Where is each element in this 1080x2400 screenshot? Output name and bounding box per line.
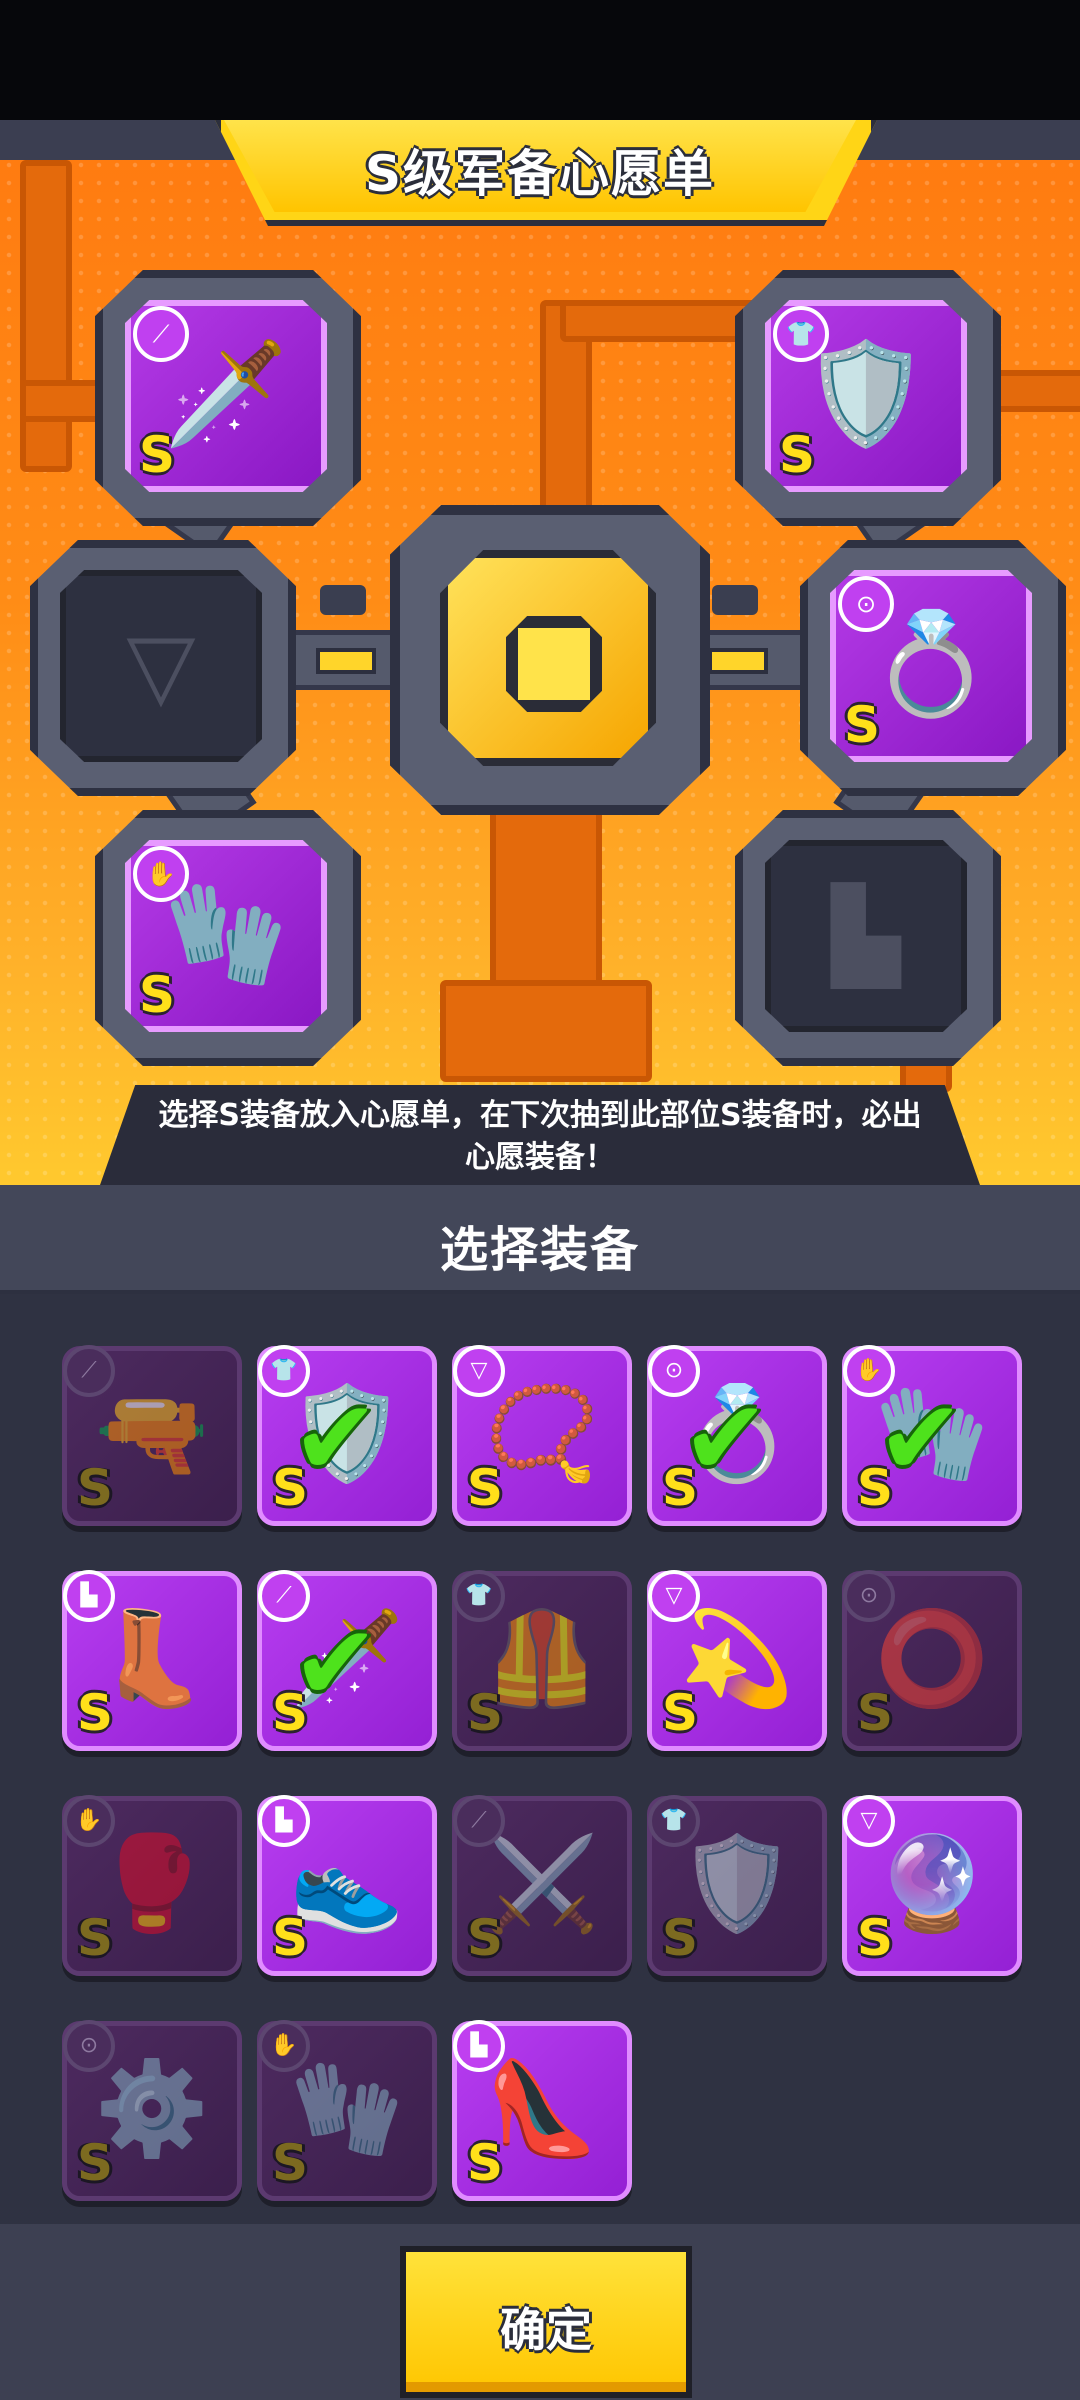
grade-label: S: [857, 1909, 894, 1967]
sword-item-icon: 🗡️: [163, 335, 289, 452]
equipment-item[interactable]: 🧤 ✋ S: [257, 2020, 437, 2201]
weapon-icon: ⟋: [63, 1345, 115, 1397]
wish-slot-weapon[interactable]: 🗡️ S ⟋: [95, 270, 361, 526]
equipment-item[interactable]: 👠 ▙ S: [452, 2020, 632, 2201]
boot-icon: ▙: [453, 2020, 505, 2072]
grade-label: S: [77, 1909, 114, 1967]
page-title: S级军备心愿单: [364, 145, 715, 203]
grade-label: S: [467, 1909, 504, 1967]
equipment-item[interactable]: 🗡️ ⟋ S ✔: [257, 1570, 437, 1751]
connector-light: [708, 648, 768, 674]
boot-icon: ▙: [831, 883, 901, 989]
sword-icon: ⟋: [133, 306, 189, 362]
necklace-icon: ▽: [843, 1795, 895, 1847]
belt-icon: ⊙: [838, 576, 894, 632]
confirm-button[interactable]: 确定: [400, 2246, 692, 2398]
necklace-icon: ▽: [648, 1570, 700, 1622]
wish-slot-belt[interactable]: 💍 S ⊙: [800, 540, 1066, 796]
gauntlet-icon: ✋: [63, 1795, 115, 1847]
equipment-item[interactable]: 👢 ▙ S: [62, 1570, 242, 1751]
equipment-item[interactable]: 💫 ▽ S: [647, 1570, 827, 1751]
equipment-item[interactable]: ⚙️ ⊙ S: [62, 2020, 242, 2201]
equipment-item[interactable]: ⚔️ ⟋ S: [452, 1795, 632, 1976]
armor-item-icon: 🛡️: [803, 335, 929, 452]
checkmark-icon: ✔: [292, 1602, 380, 1724]
top-bar: [0, 0, 1080, 120]
equipment-item[interactable]: 📿 ▽ S: [452, 1345, 632, 1526]
boot-icon: ▙: [258, 1795, 310, 1847]
wishlist-panel: S级军备心愿单 🗡️ S ⟋ 🛡️ S 👕 ▽ 💍 S ⊙ 🧤 S ✋ ▙ 选择…: [0, 120, 1080, 1185]
necklace-icon: ▽: [453, 1345, 505, 1397]
slot-frame: ▽: [60, 570, 262, 762]
gauntlet-icon: ✋: [133, 846, 189, 902]
checkmark-icon: ✔: [292, 1377, 380, 1499]
equipment-item[interactable]: 🦺 👕 S: [452, 1570, 632, 1751]
selection-title: 选择装备: [439, 1222, 640, 1278]
equipment-item[interactable]: 💍 ⊙ S ✔: [647, 1345, 827, 1526]
background-pipe: [440, 980, 652, 1082]
belt-item-icon: 💍: [868, 605, 994, 722]
connector-knob: [712, 585, 758, 615]
grade-label: S: [844, 696, 881, 754]
wish-slot-boots[interactable]: ▙: [735, 810, 1001, 1066]
equipment-item[interactable]: 🛡️ 👕 S: [647, 1795, 827, 1976]
equipment-item[interactable]: ⭕ ⊙ S: [842, 1570, 1022, 1751]
grade-label: S: [139, 426, 176, 484]
grade-label: S: [77, 1684, 114, 1742]
armor-icon: 👕: [453, 1570, 505, 1622]
wish-slot-necklace[interactable]: ▽: [30, 540, 296, 796]
belt-icon: ⊙: [843, 1570, 895, 1622]
grade-label: S: [662, 1909, 699, 1967]
grade-label: S: [77, 2134, 114, 2192]
grade-label: S: [662, 1684, 699, 1742]
necklace-icon: ▽: [126, 613, 196, 719]
grade-label: S: [779, 426, 816, 484]
armor-icon: 👕: [648, 1795, 700, 1847]
slot-frame: ▙: [765, 840, 967, 1032]
confirm-label: 确定: [500, 2303, 592, 2357]
wish-slot-gloves[interactable]: 🧤 S ✋: [95, 810, 361, 1066]
grade-label: S: [857, 1684, 894, 1742]
grade-label: S: [272, 2134, 309, 2192]
boot-icon: ▙: [63, 1570, 115, 1622]
checkmark-icon: ✔: [682, 1377, 770, 1499]
equipment-item[interactable]: 🥊 ✋ S: [62, 1795, 242, 1976]
equipment-item[interactable]: 👟 ▙ S: [257, 1795, 437, 1976]
hint-text: 选择S装备放入心愿单，在下次抽到此部位S装备时，必出心愿装备！: [158, 1098, 922, 1175]
equipment-item[interactable]: 🔫 ⟋ S: [62, 1345, 242, 1526]
weapon-icon: ⟋: [453, 1795, 505, 1847]
grade-label: S: [467, 1684, 504, 1742]
wish-slot-armor[interactable]: 🛡️ S 👕: [735, 270, 1001, 526]
equipment-item[interactable]: 🔮 ▽ S: [842, 1795, 1022, 1976]
gauntlet-icon: ✋: [258, 2020, 310, 2072]
connector-knob: [320, 585, 366, 615]
hub-core: [506, 616, 602, 712]
grade-label: S: [467, 2134, 504, 2192]
checkmark-icon: ✔: [877, 1377, 965, 1499]
grade-label: S: [467, 1459, 504, 1517]
equipment-item[interactable]: 🛡️ 👕 S ✔: [257, 1345, 437, 1526]
background-pipe: [20, 160, 72, 472]
armor-icon: 👕: [773, 306, 829, 362]
equipment-item[interactable]: 🧤 ✋ S ✔: [842, 1345, 1022, 1526]
hub-gem: [440, 550, 656, 766]
connector-light: [316, 648, 376, 674]
gauntlet-item-icon: 🧤: [163, 875, 289, 992]
grade-label: S: [77, 1459, 114, 1517]
center-hub: [390, 505, 710, 815]
grade-label: S: [272, 1909, 309, 1967]
grade-label: S: [139, 966, 176, 1024]
belt-icon: ⊙: [63, 2020, 115, 2072]
